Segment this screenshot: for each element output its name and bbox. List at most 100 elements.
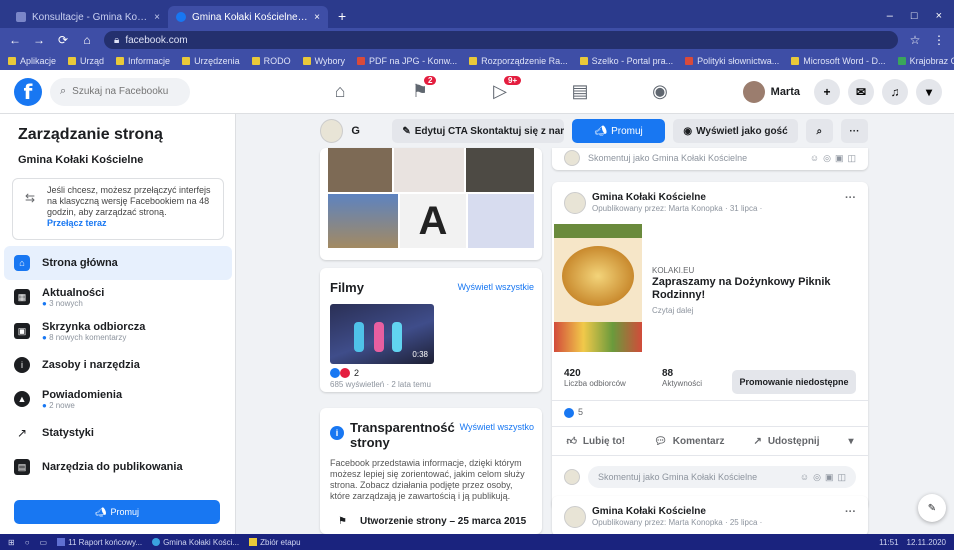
bookmark-item[interactable]: RODO <box>251 56 291 66</box>
post-author-name[interactable]: Gmina Kołaki Kościelne <box>592 506 706 517</box>
comment-composer[interactable]: Skomentuj jako Gmina Kołaki Kościelne ☺ … <box>564 150 856 166</box>
taskbar-app[interactable]: Zbiór etapu <box>249 538 301 547</box>
photo-thumbnail[interactable] <box>328 194 398 248</box>
home-browser-icon[interactable]: ⌂ <box>80 33 94 47</box>
facebook-search[interactable]: ⌕ <box>50 77 190 106</box>
comment-button[interactable]: 💬︎ Komentarz <box>654 436 724 447</box>
maximize-icon[interactable]: □ <box>911 10 918 22</box>
transparency-see-all-link[interactable]: Wyświetl wszystko <box>460 422 534 432</box>
video-thumbnail[interactable]: 0:38 <box>330 304 434 364</box>
sidebar-item-inbox[interactable]: ▣ Skrzynka odbiorcza8 nowych komentarzy <box>4 314 232 348</box>
edit-cta-button[interactable]: ✎ Edytuj CTA Skontaktuj się z nami <box>392 119 564 143</box>
url-field[interactable]: 🔒︎ facebook.com <box>104 31 898 49</box>
more-options-button[interactable]: ··· <box>840 119 869 143</box>
close-tab-icon[interactable]: × <box>154 12 160 23</box>
bookmark-star-icon[interactable]: ☆ <box>908 33 922 47</box>
switch-now-link[interactable]: Przełącz teraz <box>47 218 215 229</box>
gif-icon[interactable]: ▣ <box>825 472 834 483</box>
camera-icon[interactable]: ◎ <box>813 472 821 483</box>
video-reactions[interactable]: 2 <box>330 368 359 378</box>
post-more-options-icon[interactable]: ··· <box>845 506 856 518</box>
emoji-icon[interactable]: ☺ <box>810 153 819 164</box>
forward-icon[interactable]: → <box>32 33 46 47</box>
reload-icon[interactable]: ⟳ <box>56 33 70 47</box>
search-icon: ⌕ <box>60 85 67 97</box>
menu-dots-icon[interactable]: ⋮ <box>932 33 946 47</box>
share-button[interactable]: ↗ Udostępnij <box>753 436 819 447</box>
nav-home-icon[interactable]: ⌂ <box>300 70 380 114</box>
new-message-floating-icon[interactable]: ✎ <box>918 494 946 522</box>
minimize-icon[interactable]: – <box>887 10 893 22</box>
bookmark-item[interactable]: PDF na JPG - Konw... <box>357 56 457 66</box>
messenger-icon[interactable]: ✉ <box>848 78 874 105</box>
emoji-icon[interactable]: ☺ <box>800 472 809 483</box>
like-button[interactable]: 👍︎ Lubię to! <box>566 435 625 448</box>
close-tab-icon[interactable]: × <box>314 12 320 23</box>
nav-pages-icon[interactable]: ⚑ 2 <box>380 70 460 114</box>
bookmark-item[interactable]: Rozporządzenie Ra... <box>469 56 568 66</box>
search-input[interactable] <box>72 86 173 97</box>
sidebar-promote-button[interactable]: 📣︎ Promuj <box>14 500 220 524</box>
sticker-icon[interactable]: ◫ <box>847 153 856 164</box>
sidebar-item-home[interactable]: ⌂ Strona główna <box>4 246 232 280</box>
bookmark-item[interactable]: Aplikacje <box>8 56 56 66</box>
bookmark-item[interactable]: Polityki słownictwa... <box>685 56 779 66</box>
post-author-name[interactable]: Gmina Kołaki Kościelne <box>592 192 706 203</box>
search-icon[interactable]: ○ <box>25 538 30 547</box>
promote-button[interactable]: 📣︎ Promuj <box>571 119 666 143</box>
create-plus-icon[interactable]: + <box>814 78 840 105</box>
photo-thumbnail[interactable] <box>394 148 464 192</box>
photo-thumbnail[interactable] <box>466 148 534 192</box>
profile-link[interactable]: Marta <box>742 80 806 103</box>
view-as-guest-button[interactable]: ◉ Wyświetl jako gość <box>673 119 798 143</box>
sidebar-item-publishing[interactable]: ▤ Narzędzia do publikowania <box>4 450 232 484</box>
photo-thumbnail[interactable] <box>328 148 392 192</box>
nav-groups-icon[interactable]: ◉ <box>620 70 700 114</box>
comment-composer[interactable]: Skomentuj jako Gmina Kołaki Kościelne ☺ … <box>564 466 856 488</box>
link-title[interactable]: Zapraszamy na Dożynkowy Piknik Rodzinny! <box>652 276 852 302</box>
comment-input[interactable]: Skomentuj jako Gmina Kołaki Kościelne ☺ … <box>588 466 856 488</box>
browser-tab-konsultacje[interactable]: Konsultacje - Gmina Kołaki Kościelne × <box>8 6 168 28</box>
sidebar-item-stats[interactable]: ↗ Statystyki <box>4 416 232 450</box>
bookmark-item[interactable]: Informacje <box>116 56 170 66</box>
post-more-options-icon[interactable]: ··· <box>845 192 856 204</box>
photo-thumbnail[interactable]: A <box>400 194 466 248</box>
page-avatar[interactable] <box>320 119 344 143</box>
bookmark-item[interactable]: Microsoft Word - D... <box>791 56 886 66</box>
bookmark-item[interactable]: Urząd <box>68 56 104 66</box>
sidebar-item-tools[interactable]: i Zasoby i narzędzia <box>4 348 232 382</box>
taskbar-app[interactable]: Gmina Kołaki Kości... <box>152 538 239 547</box>
audience-selector[interactable]: ▾ <box>848 436 853 447</box>
notifications-bell-icon[interactable]: ♫ <box>882 78 908 105</box>
bookmark-item[interactable]: Krajobraz Obszaró... <box>897 56 954 66</box>
camera-icon[interactable]: ◎ <box>823 153 831 164</box>
bookmark-item[interactable]: Urzędzenia <box>182 56 240 66</box>
link-preview-image[interactable] <box>554 224 642 352</box>
bookmark-item[interactable]: Wybory <box>302 56 345 66</box>
nav-watch-icon[interactable]: ▷ 9+ <box>460 70 540 114</box>
sticker-icon[interactable]: ◫ <box>837 472 846 483</box>
clock-date[interactable]: 12.11.2020 <box>907 538 946 547</box>
new-tab-button[interactable]: + <box>328 8 356 28</box>
gif-icon[interactable]: ▣ <box>835 153 844 164</box>
nav-marketplace-icon[interactable]: ▤ <box>540 70 620 114</box>
like-reaction-icon[interactable] <box>564 408 574 418</box>
facebook-logo-icon[interactable]: f <box>14 77 42 106</box>
post-author-avatar[interactable] <box>564 192 586 214</box>
clock-time[interactable]: 11:51 <box>879 538 898 547</box>
sidebar-item-news[interactable]: ▦ Aktualności3 nowych <box>4 280 232 314</box>
windows-start-icon[interactable]: ⊞ <box>8 538 15 547</box>
back-icon[interactable]: ← <box>8 33 22 47</box>
account-menu-chevron-icon[interactable]: ▾ <box>916 78 942 105</box>
films-see-all-link[interactable]: Wyświetl wszystkie <box>458 282 534 292</box>
bookmark-item[interactable]: Szelko - Portal pra... <box>579 56 673 66</box>
sidebar-item-notifications[interactable]: ▲ Powiadomienia2 nowe <box>4 382 232 416</box>
photo-thumbnail[interactable] <box>468 194 534 248</box>
search-page-button[interactable]: ⌕ <box>805 119 833 143</box>
post-author-avatar[interactable] <box>564 506 586 528</box>
boost-unavailable-button[interactable]: Promowanie niedostępne <box>732 370 856 394</box>
taskbar-app[interactable]: 11 Raport końcowy... <box>57 538 142 547</box>
close-window-icon[interactable]: × <box>936 10 942 22</box>
browser-tab-facebook[interactable]: Gmina Kołaki Kościelne | Facebook × <box>168 6 328 28</box>
task-view-icon[interactable]: ▭ <box>40 538 48 547</box>
